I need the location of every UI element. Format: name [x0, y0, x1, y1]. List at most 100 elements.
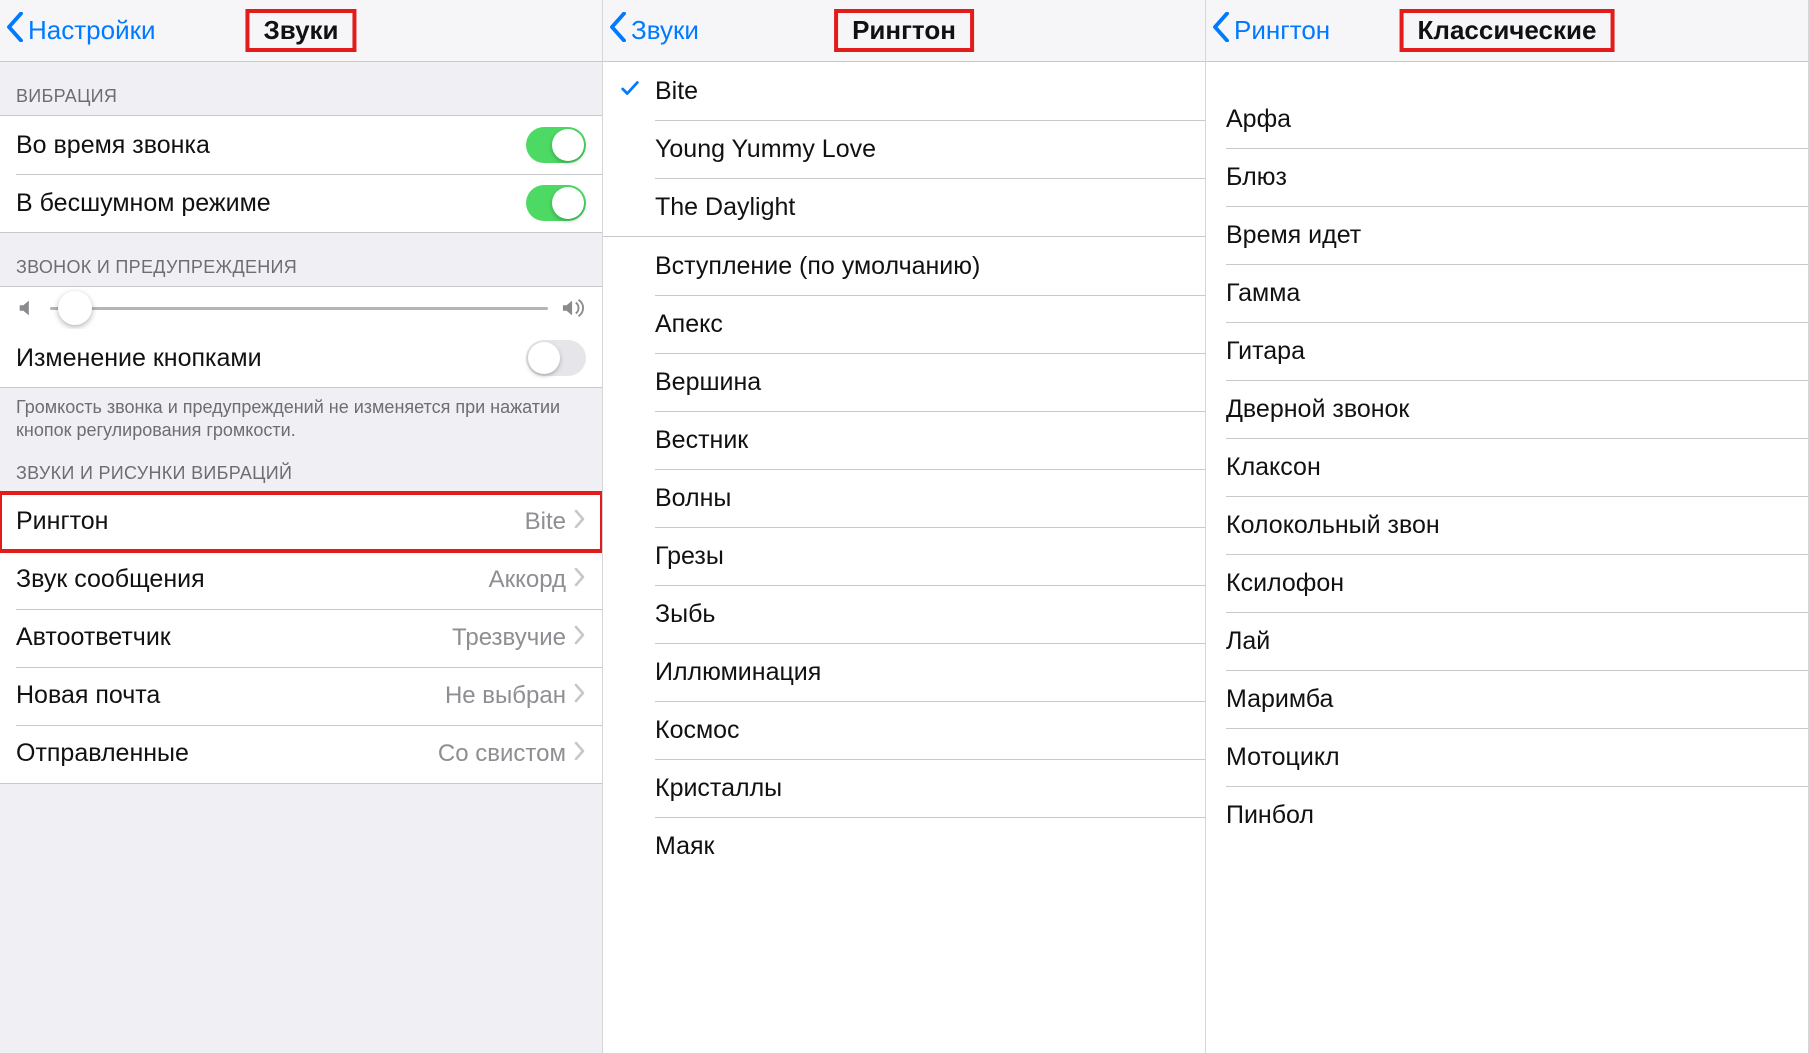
list-item-label: Космос: [655, 716, 740, 745]
ringer-volume-slider[interactable]: [50, 307, 548, 310]
list-item[interactable]: Вступление (по умолчанию): [603, 237, 1205, 295]
list-item-label: Колокольный звон: [1226, 511, 1440, 540]
page-title: Рингтон: [834, 9, 974, 52]
volume-high-icon: [560, 297, 586, 319]
chevron-right-icon: [574, 565, 586, 594]
voicemail-row[interactable]: Автоответчик Трезвучие: [0, 609, 602, 667]
list-item-label: Блюз: [1226, 163, 1287, 192]
list-item-label: Клаксон: [1226, 453, 1321, 482]
sent-mail-label: Отправленные: [16, 739, 438, 768]
change-with-buttons-toggle[interactable]: [526, 340, 586, 376]
list-item[interactable]: Ксилофон: [1206, 554, 1808, 612]
list-item[interactable]: Дверной звонок: [1206, 380, 1808, 438]
sent-mail-value: Со свистом: [438, 740, 566, 768]
list-item[interactable]: Волны: [603, 469, 1205, 527]
ringtone-list-pane: Звуки Рингтон Bite Young Yummy Love The Da…: [603, 0, 1206, 1053]
back-button[interactable]: Рингтон: [1206, 12, 1330, 49]
list-item-label: Вступление (по умолчанию): [655, 252, 980, 281]
sounds-group: Рингтон Bite Звук сообщения Аккорд Автоо…: [0, 492, 602, 784]
list-item-label: Young Yummy Love: [655, 135, 876, 164]
back-label: Звуки: [631, 15, 699, 46]
classic-ringtones-list: Арфа Блюз Время идет Гамма Гитара Дверной зво…: [1206, 90, 1808, 844]
vibration-group: Во время звонка В бесшумном режиме: [0, 115, 602, 233]
list-item[interactable]: Гамма: [1206, 264, 1808, 322]
list-item-label: Маяк: [655, 832, 715, 861]
list-item[interactable]: Вестник: [603, 411, 1205, 469]
content: ВИБРАЦИЯ Во время звонка В бесшумном реж…: [0, 62, 602, 1053]
list-item[interactable]: Клаксон: [1206, 438, 1808, 496]
navbar: Настройки Звуки: [0, 0, 602, 62]
list-item-label: Зыбь: [655, 600, 715, 629]
list-item[interactable]: Арфа: [1206, 90, 1808, 148]
chevron-left-icon: [609, 12, 631, 49]
chevron-right-icon: [574, 681, 586, 710]
list-item-label: Лай: [1226, 627, 1270, 656]
change-with-buttons-row: Изменение кнопками: [0, 329, 602, 387]
page-title: Классические: [1400, 9, 1615, 52]
back-button[interactable]: Звуки: [603, 12, 699, 49]
volume-low-icon: [16, 297, 38, 319]
list-item-label: Время идет: [1226, 221, 1361, 250]
ringtone-row[interactable]: Рингтон Bite: [0, 493, 602, 551]
back-label: Настройки: [28, 15, 156, 46]
checkmark-icon: [619, 77, 641, 106]
list-item[interactable]: Зыбь: [603, 585, 1205, 643]
list-item[interactable]: Пинбол: [1206, 786, 1808, 844]
classic-ringtones-pane: Рингтон Классические Арфа Блюз Время идет Г…: [1206, 0, 1809, 1053]
list-item[interactable]: Гитара: [1206, 322, 1808, 380]
list-item[interactable]: Иллюминация: [603, 643, 1205, 701]
page-title: Звуки: [245, 9, 356, 52]
voicemail-value: Трезвучие: [452, 624, 566, 652]
text-tone-value: Аккорд: [489, 566, 566, 594]
vibrate-on-ring-row: Во время звонка: [0, 116, 602, 174]
list-item[interactable]: Колокольный звон: [1206, 496, 1808, 554]
change-with-buttons-label: Изменение кнопками: [16, 344, 526, 373]
chevron-right-icon: [574, 739, 586, 768]
list-item[interactable]: Вершина: [603, 353, 1205, 411]
list-item-label: Арфа: [1226, 105, 1291, 134]
list-item-label: Апекс: [655, 310, 723, 339]
text-tone-label: Звук сообщения: [16, 565, 489, 594]
list-item[interactable]: Время идет: [1206, 206, 1808, 264]
list-item-label: Пинбол: [1226, 801, 1314, 830]
list-item[interactable]: Мотоцикл: [1206, 728, 1808, 786]
list-item-label: Грезы: [655, 542, 724, 571]
new-mail-row[interactable]: Новая почта Не выбран: [0, 667, 602, 725]
list-item[interactable]: Космос: [603, 701, 1205, 759]
chevron-right-icon: [574, 623, 586, 652]
vibrate-on-ring-toggle[interactable]: [526, 127, 586, 163]
ringer-group: Изменение кнопками: [0, 286, 602, 388]
section-header-ringer: ЗВОНОК И ПРЕДУПРЕЖДЕНИЯ: [0, 233, 602, 286]
sent-mail-row[interactable]: Отправленные Со свистом: [0, 725, 602, 783]
list-item[interactable]: Bite: [603, 62, 1205, 120]
builtin-ringtones-list: Вступление (по умолчанию) Апекс ВершинаВес…: [603, 237, 1205, 875]
list-item-label: Гитара: [1226, 337, 1305, 366]
list-item-label: Волны: [655, 484, 731, 513]
text-tone-row[interactable]: Звук сообщения Аккорд: [0, 551, 602, 609]
list-item-label: Иллюминация: [655, 658, 821, 687]
vibrate-on-silent-toggle[interactable]: [526, 185, 586, 221]
list-item-label: Мотоцикл: [1226, 743, 1340, 772]
back-button[interactable]: Настройки: [0, 12, 156, 49]
list-item[interactable]: Апекс: [603, 295, 1205, 353]
content: Bite Young Yummy Love The Daylight Вступле…: [603, 62, 1205, 1053]
ringtone-label: Рингтон: [16, 507, 525, 536]
ringer-footer: Громкость звонка и предупреждений не изм…: [0, 388, 602, 457]
list-item[interactable]: Маримба: [1206, 670, 1808, 728]
list-item[interactable]: Маяк: [603, 817, 1205, 875]
sounds-settings-pane: Настройки Звуки ВИБРАЦИЯ Во время звонка…: [0, 0, 603, 1053]
list-item[interactable]: Лай: [1206, 612, 1808, 670]
list-item[interactable]: Кристаллы: [603, 759, 1205, 817]
list-item-label: Дверной звонок: [1226, 395, 1409, 424]
list-item[interactable]: Блюз: [1206, 148, 1808, 206]
list-item-label: Гамма: [1226, 279, 1300, 308]
content: Арфа Блюз Время идет Гамма Гитара Дверной зво…: [1206, 62, 1808, 1053]
list-item[interactable]: Young Yummy Love: [603, 120, 1205, 178]
custom-ringtones-list: Bite Young Yummy Love The Daylight: [603, 62, 1205, 236]
chevron-right-icon: [574, 507, 586, 536]
list-item[interactable]: The Daylight: [603, 178, 1205, 236]
list-item[interactable]: Грезы: [603, 527, 1205, 585]
new-mail-label: Новая почта: [16, 681, 445, 710]
top-spacer: [1206, 62, 1808, 90]
back-label: Рингтон: [1234, 15, 1330, 46]
